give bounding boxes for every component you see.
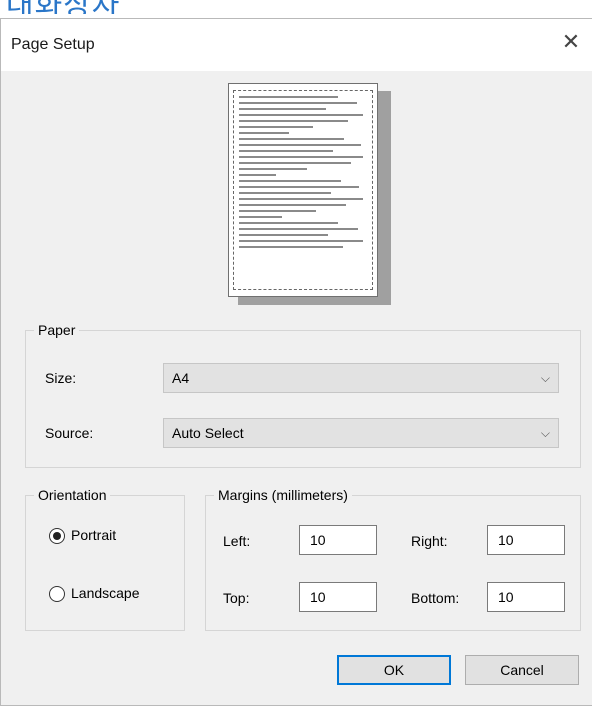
size-label: Size: bbox=[45, 370, 77, 386]
source-label: Source: bbox=[45, 425, 94, 441]
preview-text-line bbox=[239, 150, 334, 152]
preview-text-line bbox=[239, 102, 357, 104]
bottom-margin-input[interactable]: 10 bbox=[487, 582, 565, 612]
preview-text-line bbox=[239, 108, 326, 110]
page-preview bbox=[228, 83, 378, 297]
chevron-down-icon: ⌵ bbox=[540, 371, 550, 385]
preview-text-line bbox=[239, 204, 346, 206]
top-margin-label: Top: bbox=[223, 590, 250, 606]
orientation-group: Orientation bbox=[25, 487, 185, 631]
preview-text-line bbox=[239, 162, 351, 164]
page-setup-dialog: Page Setup ✕ Paper Size: A4 ⌵ Source: Au… bbox=[0, 18, 593, 706]
left-margin-input[interactable]: 10 bbox=[299, 525, 377, 555]
ok-button[interactable]: OK bbox=[337, 655, 451, 685]
preview-text-line bbox=[239, 198, 363, 200]
paper-group-label: Paper bbox=[34, 322, 80, 338]
preview-text-line bbox=[239, 222, 339, 224]
preview-text-line bbox=[239, 168, 308, 170]
preview-text-line bbox=[239, 114, 363, 116]
close-icon[interactable]: ✕ bbox=[555, 27, 587, 59]
chevron-down-icon: ⌵ bbox=[540, 426, 550, 440]
preview-text-line bbox=[239, 120, 349, 122]
right-margin-input[interactable]: 10 bbox=[487, 525, 565, 555]
preview-text-line bbox=[239, 246, 344, 248]
preview-text-line bbox=[239, 144, 361, 146]
size-select-value: A4 bbox=[172, 370, 190, 386]
preview-text-line bbox=[239, 180, 341, 182]
portrait-label[interactable]: Portrait bbox=[71, 527, 116, 543]
preview-text-line bbox=[239, 156, 363, 158]
preview-text-line bbox=[239, 174, 277, 176]
bottom-margin-label: Bottom: bbox=[411, 590, 460, 606]
background-korean-text: 대화상자 bbox=[6, 0, 120, 14]
preview-text-line bbox=[239, 210, 316, 212]
preview-text-line bbox=[239, 132, 289, 134]
margins-group-label: Margins (millimeters) bbox=[214, 487, 352, 503]
preview-text-line bbox=[239, 216, 283, 218]
portrait-radio[interactable] bbox=[49, 528, 65, 544]
top-margin-input[interactable]: 10 bbox=[299, 582, 377, 612]
right-margin-label: Right: bbox=[411, 533, 448, 549]
cancel-button[interactable]: Cancel bbox=[465, 655, 579, 685]
landscape-label[interactable]: Landscape bbox=[71, 585, 140, 601]
preview-text-line bbox=[239, 192, 331, 194]
preview-text-line bbox=[239, 240, 363, 242]
landscape-radio[interactable] bbox=[49, 586, 65, 602]
preview-text-lines bbox=[239, 96, 363, 252]
preview-text-line bbox=[239, 234, 329, 236]
source-select-value: Auto Select bbox=[172, 425, 244, 441]
title-bar: Page Setup ✕ bbox=[1, 19, 593, 71]
preview-text-line bbox=[239, 96, 339, 98]
preview-text-line bbox=[239, 186, 360, 188]
orientation-group-label: Orientation bbox=[34, 487, 111, 503]
preview-text-line bbox=[239, 138, 345, 140]
dialog-title: Page Setup bbox=[11, 36, 95, 53]
preview-text-line bbox=[239, 126, 314, 128]
size-select[interactable]: A4 ⌵ bbox=[163, 363, 559, 393]
source-select[interactable]: Auto Select ⌵ bbox=[163, 418, 559, 448]
preview-text-line bbox=[239, 228, 359, 230]
left-margin-label: Left: bbox=[223, 533, 251, 549]
